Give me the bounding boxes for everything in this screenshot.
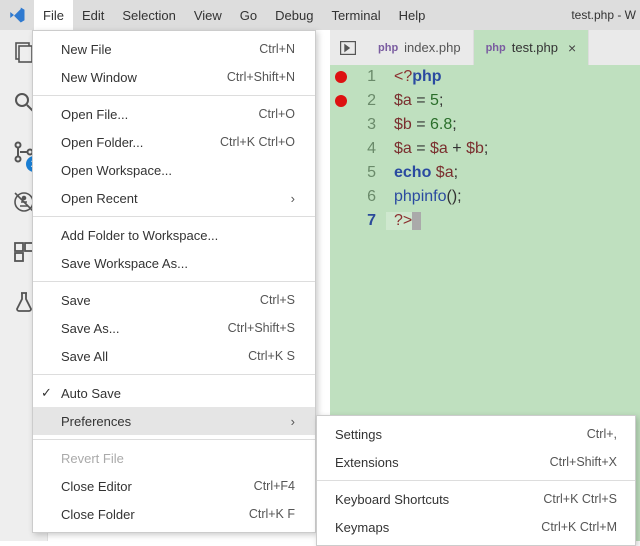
code-line: $a = 5; xyxy=(386,92,443,110)
vscode-logo-icon xyxy=(0,6,34,24)
tab-label: index.php xyxy=(404,40,460,55)
menu-debug[interactable]: Debug xyxy=(266,0,322,30)
breakpoint-gutter[interactable] xyxy=(330,95,352,107)
menu-view[interactable]: View xyxy=(185,0,231,30)
menu-separator xyxy=(317,480,635,481)
submenu-settings[interactable]: SettingsCtrl+, xyxy=(317,420,635,448)
menu-open-file[interactable]: Open File...Ctrl+O xyxy=(33,100,315,128)
code-line: phpinfo(); xyxy=(386,188,462,206)
menu-file[interactable]: File xyxy=(34,0,73,30)
menu-separator xyxy=(33,281,315,282)
tab-index-php[interactable]: php index.php xyxy=(366,30,474,65)
code-line: $b = 6.8; xyxy=(386,116,457,134)
menu-separator xyxy=(33,439,315,440)
menu-go[interactable]: Go xyxy=(231,0,266,30)
menu-edit[interactable]: Edit xyxy=(73,0,113,30)
menu-separator xyxy=(33,95,315,96)
menu-open-workspace[interactable]: Open Workspace... xyxy=(33,156,315,184)
preferences-submenu: SettingsCtrl+, ExtensionsCtrl+Shift+X Ke… xyxy=(316,415,636,546)
code-line: ?> xyxy=(386,212,421,230)
php-file-icon: php xyxy=(486,42,506,54)
line-number: 5 xyxy=(352,164,386,182)
breakpoint-icon xyxy=(335,95,347,107)
menu-save-as[interactable]: Save As...Ctrl+Shift+S xyxy=(33,314,315,342)
tab-label: test.php xyxy=(512,40,558,55)
menu-help[interactable]: Help xyxy=(390,0,435,30)
window-title: test.php - W xyxy=(571,8,640,22)
menu-save[interactable]: SaveCtrl+S xyxy=(33,286,315,314)
menu-selection[interactable]: Selection xyxy=(113,0,184,30)
close-icon[interactable]: × xyxy=(564,40,576,56)
menu-preferences[interactable]: Preferences› xyxy=(33,407,315,435)
menu-terminal[interactable]: Terminal xyxy=(322,0,389,30)
editor-tabs: php index.php php test.php × xyxy=(330,30,640,65)
submenu-keyboard-shortcuts[interactable]: Keyboard ShortcutsCtrl+K Ctrl+S xyxy=(317,485,635,513)
title-bar: File Edit Selection View Go Debug Termin… xyxy=(0,0,640,30)
menu-auto-save[interactable]: ✓Auto Save xyxy=(33,379,315,407)
menu-new-file[interactable]: New FileCtrl+N xyxy=(33,35,315,63)
line-number: 3 xyxy=(352,116,386,134)
breakpoint-icon xyxy=(335,71,347,83)
menu-separator xyxy=(33,374,315,375)
php-file-icon: php xyxy=(378,42,398,54)
menu-save-workspace[interactable]: Save Workspace As... xyxy=(33,249,315,277)
file-menu-dropdown: New FileCtrl+N New WindowCtrl+Shift+N Op… xyxy=(32,30,316,533)
line-number: 4 xyxy=(352,140,386,158)
run-panel-icon[interactable] xyxy=(330,30,366,65)
check-icon: ✓ xyxy=(41,385,52,401)
tab-test-php[interactable]: php test.php × xyxy=(474,30,590,65)
breakpoint-gutter[interactable] xyxy=(330,71,352,83)
chevron-right-icon: › xyxy=(291,191,295,206)
text-cursor xyxy=(412,212,421,230)
menu-separator xyxy=(33,216,315,217)
line-number: 6 xyxy=(352,188,386,206)
menu-close-editor[interactable]: Close EditorCtrl+F4 xyxy=(33,472,315,500)
menu-save-all[interactable]: Save AllCtrl+K S xyxy=(33,342,315,370)
submenu-extensions[interactable]: ExtensionsCtrl+Shift+X xyxy=(317,448,635,476)
menu-new-window[interactable]: New WindowCtrl+Shift+N xyxy=(33,63,315,91)
menu-open-recent[interactable]: Open Recent› xyxy=(33,184,315,212)
code-line: $a = $a + $b; xyxy=(386,140,488,158)
code-line: echo $a; xyxy=(386,164,458,182)
menu-close-folder[interactable]: Close FolderCtrl+K F xyxy=(33,500,315,528)
line-number: 2 xyxy=(352,92,386,110)
line-number: 1 xyxy=(352,68,386,86)
menu-add-folder[interactable]: Add Folder to Workspace... xyxy=(33,221,315,249)
code-line: <?php xyxy=(386,68,442,86)
menu-revert-file: Revert File xyxy=(33,444,315,472)
chevron-right-icon: › xyxy=(291,414,295,429)
line-number: 7 xyxy=(352,212,386,230)
menu-open-folder[interactable]: Open Folder...Ctrl+K Ctrl+O xyxy=(33,128,315,156)
submenu-keymaps[interactable]: KeymapsCtrl+K Ctrl+M xyxy=(317,513,635,541)
